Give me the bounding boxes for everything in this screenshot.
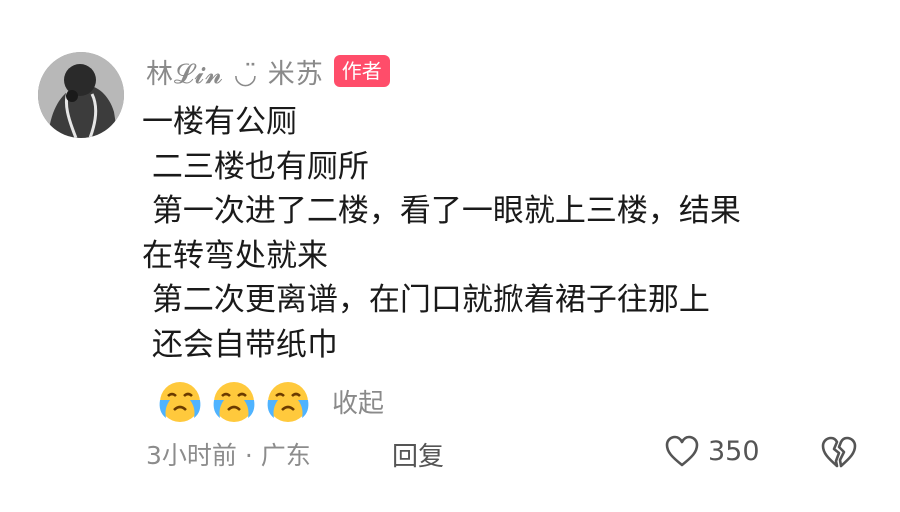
- comment-line: 二三楼也有厕所: [142, 148, 369, 185]
- comment-body: 一楼有公厕 二三楼也有厕所 第一次进了二楼，看了一眼就上三楼，结果 在转弯处就来…: [142, 100, 862, 367]
- comment-line: 还会自带纸巾: [142, 326, 338, 363]
- like-button[interactable]: 350: [664, 434, 760, 468]
- comment-line: 在转弯处就来: [142, 237, 328, 274]
- comment-card: 林𝓛𝓲𝓷 ◡̈ 米苏 作者 一楼有公厕 二三楼也有厕所 第一次进了二楼，看了一眼…: [0, 0, 900, 512]
- username[interactable]: 林𝓛𝓲𝓷 ◡̈ 米苏: [146, 52, 324, 91]
- comment-line: 一楼有公厕: [142, 104, 297, 140]
- avatar[interactable]: [38, 52, 124, 138]
- crying-face-icon: [159, 382, 201, 422]
- crying-face-icon: [213, 382, 255, 422]
- comment-line: 第二次更离谱，在门口就掀着裙子往那上: [142, 282, 710, 318]
- avatar-image: [38, 52, 124, 138]
- crying-face-icon: [267, 382, 309, 422]
- comment-footer: 3小时前 · 广东 回复 350: [0, 432, 900, 476]
- reply-button[interactable]: 回复: [392, 436, 444, 473]
- emoji-row: 收起: [156, 378, 384, 424]
- comment-line: 第一次进了二楼，看了一眼就上三楼，结果: [142, 193, 741, 229]
- timestamp-location: 3小时前 · 广东: [146, 441, 311, 470]
- heart-icon: [665, 435, 699, 467]
- comment-header: 林𝓛𝓲𝓷 ◡̈ 米苏 作者: [146, 50, 390, 92]
- dislike-button[interactable]: [820, 434, 858, 474]
- author-badge: 作者: [333, 55, 390, 87]
- broken-heart-icon: [821, 436, 857, 468]
- collapse-link[interactable]: 收起: [332, 383, 384, 420]
- like-count: 350: [708, 435, 760, 467]
